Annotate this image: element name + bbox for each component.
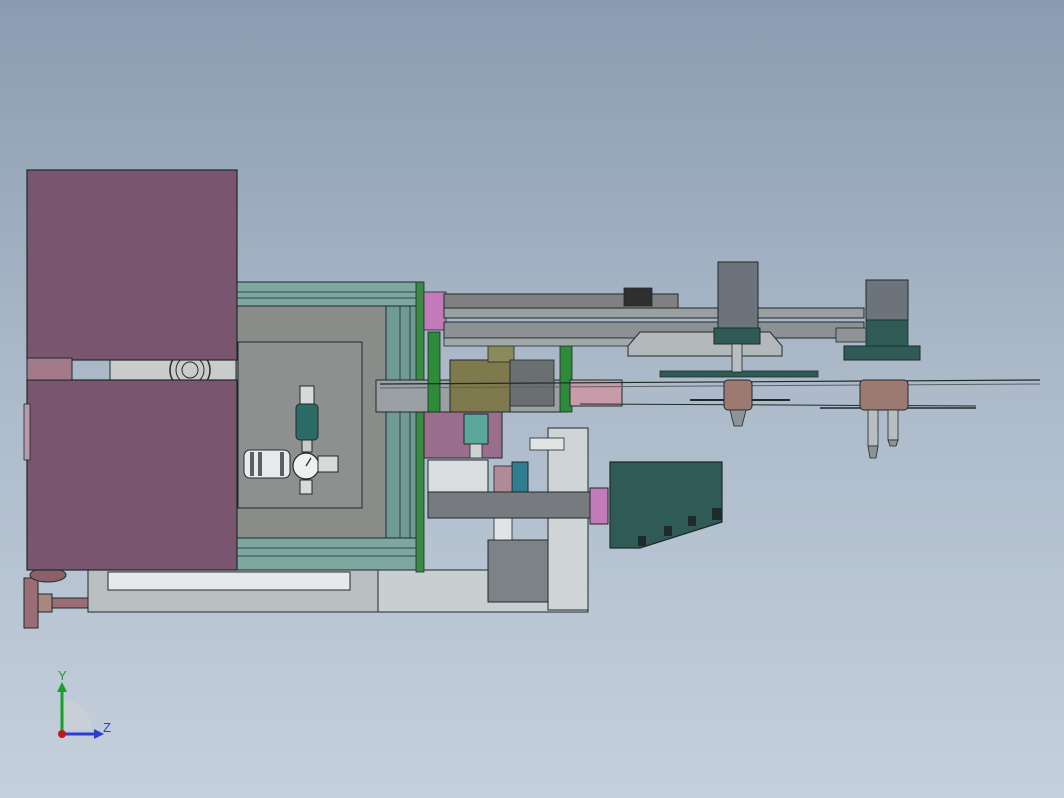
- triad-plane: [62, 700, 92, 730]
- leveling-foot[interactable]: [23, 567, 89, 629]
- z-axis-label: Z: [103, 720, 111, 735]
- upper-rail-arm[interactable]: [443, 287, 865, 357]
- machine-assembly-model[interactable]: [0, 0, 1064, 798]
- orientation-triad[interactable]: Y Z: [40, 670, 120, 750]
- cabinet-hinge: [23, 403, 31, 461]
- cabinet-spacer: [26, 357, 73, 381]
- main-frame[interactable]: [235, 281, 425, 573]
- y-axis-label: Y: [58, 670, 67, 683]
- upper-cabinet-panel[interactable]: [26, 169, 238, 361]
- servo-motor-right[interactable]: [835, 279, 921, 459]
- cad-viewport[interactable]: Y Z: [0, 0, 1064, 798]
- y-axis-arrow: [57, 682, 67, 692]
- lower-cabinet-panel[interactable]: [26, 379, 238, 571]
- x-axis-dot: [58, 730, 66, 738]
- servo-motor-left[interactable]: [713, 261, 761, 427]
